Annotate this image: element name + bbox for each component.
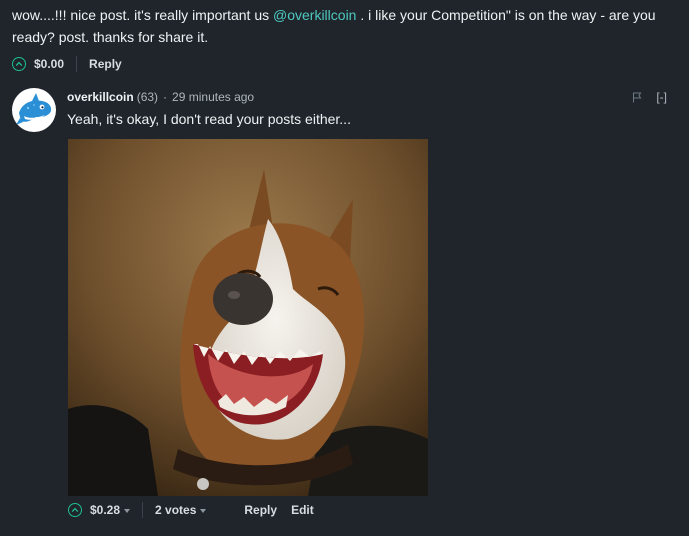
laughing-dog-image <box>68 139 428 496</box>
reputation-badge: (63) <box>136 90 159 104</box>
upvote-icon[interactable] <box>12 57 26 71</box>
divider <box>142 502 144 518</box>
chevron-up-icon <box>15 61 23 67</box>
orca-mascot-icon <box>16 93 52 125</box>
reply-comment-footer: $0.28 2 votes Reply Edit <box>68 500 314 520</box>
parent-reply-link[interactable]: Reply <box>89 57 122 71</box>
edit-link[interactable]: Edit <box>291 503 314 517</box>
caret-down-icon <box>124 508 131 513</box>
parent-comment-text-before: wow....!!! nice post. it's really import… <box>12 7 273 23</box>
mention-link[interactable]: @overkillcoin <box>273 7 356 23</box>
parent-comment-body: wow....!!! nice post. it's really import… <box>12 4 672 48</box>
comment-header: overkillcoin (63) · 29 minutes ago <box>67 88 677 106</box>
collapse-toggle[interactable]: [-] <box>656 90 667 104</box>
votes-count: 2 votes <box>155 503 197 517</box>
comment-tools: [-] <box>632 90 667 104</box>
caret-down-icon <box>200 508 207 513</box>
avatar[interactable] <box>12 88 56 132</box>
votes-dropdown[interactable]: 2 votes <box>155 503 207 517</box>
reply-link[interactable]: Reply <box>244 503 277 517</box>
parent-comment-footer: $0.00 Reply <box>12 54 672 74</box>
upvote-icon[interactable] <box>68 503 82 517</box>
header-separator: · <box>163 90 168 104</box>
divider <box>76 56 78 72</box>
parent-comment: wow....!!! nice post. it's really import… <box>12 4 672 74</box>
chevron-up-icon <box>71 507 79 513</box>
payout-value: $0.28 <box>90 503 121 517</box>
reply-comment-body: Yeah, it's okay, I don't read your posts… <box>67 111 351 127</box>
flag-icon[interactable] <box>632 92 642 103</box>
parent-payout[interactable]: $0.00 <box>34 57 64 71</box>
author-name[interactable]: overkillcoin <box>67 88 134 106</box>
timestamp[interactable]: 29 minutes ago <box>172 88 254 106</box>
reply-comment: overkillcoin (63) · 29 minutes ago Yeah,… <box>67 88 677 130</box>
comment-image <box>68 139 428 496</box>
reply-payout[interactable]: $0.28 <box>90 503 131 517</box>
